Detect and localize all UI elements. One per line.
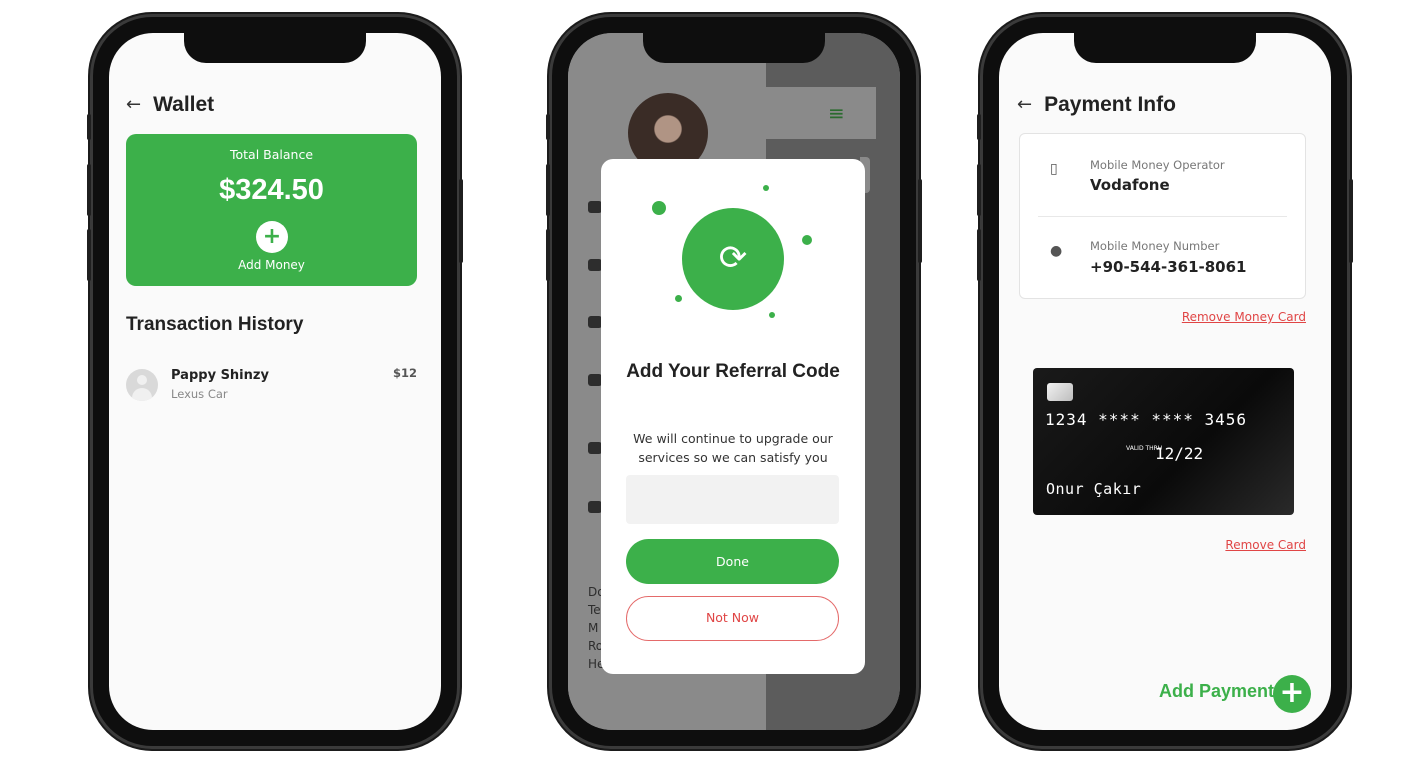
operator-label: Mobile Money Operator <box>1090 158 1225 172</box>
decor-dot <box>802 235 812 245</box>
car-icon <box>588 259 602 271</box>
mute-switch <box>546 114 550 140</box>
number-value: +90-544-361-8061 <box>1090 258 1247 276</box>
transaction-history-title: Transaction History <box>126 314 304 335</box>
referral-screen: ≡ Do Te M Ro He ⟳ Add Your Referral Code… <box>568 33 900 730</box>
add-payment-label[interactable]: Add Payment <box>1159 681 1274 702</box>
phone-payment: ← Payment Info ▯ Mobile Money Operator V… <box>977 14 1353 749</box>
remove-money-card-link[interactable]: Remove Money Card <box>1182 310 1306 324</box>
not-now-button[interactable]: Not Now <box>626 596 839 641</box>
payment-screen: ← Payment Info ▯ Mobile Money Operator V… <box>999 33 1331 730</box>
mute-switch <box>977 114 981 140</box>
card-icon <box>588 374 602 386</box>
decor-dot <box>675 295 682 302</box>
add-money-label[interactable]: Add Money <box>126 258 417 272</box>
decor-dot <box>769 312 775 318</box>
card-holder: Onur Çakır <box>1046 480 1142 498</box>
plus-icon[interactable]: + <box>256 221 288 253</box>
volume-down-button <box>977 229 981 281</box>
hamburger-menu-icon[interactable]: ≡ <box>828 103 845 123</box>
volume-up-button <box>977 164 981 216</box>
transaction-subtitle: Lexus Car <box>171 387 228 401</box>
card-expiry: 12/22 <box>1155 444 1204 463</box>
volume-up-button <box>546 164 550 216</box>
card-number: 1234 **** **** 3456 <box>1045 410 1248 429</box>
user-avatar-icon <box>126 369 158 401</box>
person-icon: ● <box>1050 243 1063 259</box>
volume-down-button <box>87 229 91 281</box>
decor-dot <box>652 201 666 215</box>
referral-code-input[interactable] <box>626 475 839 524</box>
dialog-title: Add Your Referral Code <box>626 361 840 382</box>
header: ← Payment Info <box>1017 93 1176 117</box>
wallet-icon <box>588 201 602 213</box>
page-title: Payment Info <box>1044 93 1176 116</box>
remove-card-link[interactable]: Remove Card <box>1225 538 1306 552</box>
balance-card: Total Balance $324.50 + Add Money <box>126 134 417 286</box>
page-title: Wallet <box>153 93 215 116</box>
transaction-row[interactable]: Pappy Shinzy Lexus Car $12 <box>126 366 417 406</box>
volume-down-button <box>546 229 550 281</box>
balance-label: Total Balance <box>229 147 314 162</box>
power-button <box>1349 179 1353 263</box>
power-button <box>918 179 922 263</box>
settings-icon <box>588 442 602 454</box>
notch <box>184 33 366 63</box>
plus-icon[interactable]: + <box>1273 675 1311 713</box>
balance-amount: $324.50 <box>219 174 324 206</box>
phone-referral: ≡ Do Te M Ro He ⟳ Add Your Referral Code… <box>546 14 922 749</box>
credit-card[interactable]: 1234 **** **** 3456 VALID THRU 12/22 Onu… <box>1033 368 1294 515</box>
arrow-left-icon[interactable]: ← <box>126 96 141 114</box>
mute-switch <box>87 114 91 140</box>
number-label: Mobile Money Number <box>1090 239 1220 253</box>
phone-wallet: ← Wallet Total Balance $324.50 + Add Mon… <box>87 14 463 749</box>
decor-dot <box>763 185 769 191</box>
arrow-left-icon[interactable]: ← <box>1017 96 1032 114</box>
dialog-description: We will continue to upgrade our services… <box>633 431 833 465</box>
refresh-icon: ⟳ <box>682 208 784 310</box>
mobile-money-card: ▯ Mobile Money Operator Vodafone ● Mobil… <box>1019 133 1306 299</box>
transaction-amount: $12 <box>392 366 417 380</box>
notch <box>1074 33 1256 63</box>
transaction-name: Pappy Shinzy <box>171 368 269 383</box>
operator-value: Vodafone <box>1090 176 1170 194</box>
volume-up-button <box>87 164 91 216</box>
drawer-text-line: Te <box>588 603 601 617</box>
header: ← Wallet <box>126 93 214 117</box>
chip-icon <box>1047 383 1073 401</box>
done-button[interactable]: Done <box>626 539 839 584</box>
drawer-text-line: M <box>588 621 599 635</box>
notch <box>643 33 825 63</box>
referral-dialog: ⟳ Add Your Referral Code We will continu… <box>601 159 865 674</box>
wallet-screen: ← Wallet Total Balance $324.50 + Add Mon… <box>109 33 441 730</box>
history-icon <box>588 316 602 328</box>
divider <box>1038 216 1287 217</box>
power-button <box>459 179 463 263</box>
gift-icon <box>588 501 602 513</box>
phone-icon: ▯ <box>1050 161 1058 177</box>
menu-button-bg <box>766 87 876 139</box>
